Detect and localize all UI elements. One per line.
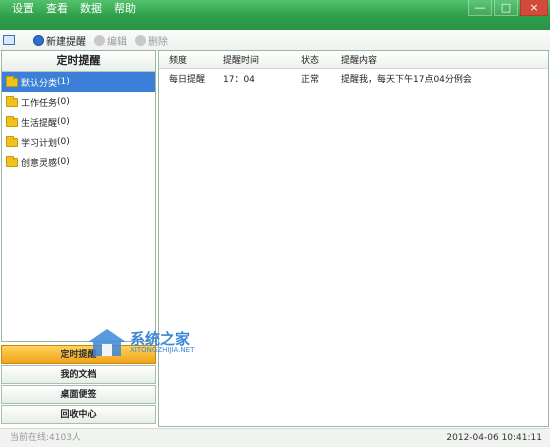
column-frequency[interactable]: 频度 <box>159 53 223 66</box>
category-label: 工作任务 <box>21 98 58 109</box>
edit-button[interactable]: 编辑 <box>94 33 127 48</box>
category-label: 生活提醒 <box>21 118 58 129</box>
folder-icon <box>6 115 18 127</box>
folder-icon <box>6 135 18 147</box>
cell-content: 提醒我，每天下午17点04分例会 <box>341 75 472 85</box>
column-content[interactable]: 提醒内容 <box>341 53 548 66</box>
status-bar: 当前在线:4103人 2012-04-06 10:41:11 <box>0 428 550 447</box>
cell-frequency: 每日提醒 <box>169 75 206 85</box>
nav-recycle-button[interactable]: 回收中心 <box>1 405 156 424</box>
column-status[interactable]: 状态 <box>301 53 341 66</box>
edit-icon <box>94 34 105 46</box>
category-panel: 定时提醒 默认分类 (1) 工作任务 (0) 生活提醒 (0) 学习计划 (0)… <box>1 50 156 342</box>
folder-icon <box>6 155 18 167</box>
new-reminder-label: 新建提醒 <box>46 36 86 48</box>
menu-settings[interactable]: 设置 <box>6 2 40 16</box>
category-label: 默认分类 <box>21 78 58 89</box>
nav-panel: 定时提醒 我的文档 桌面便签 回收中心 <box>1 345 156 425</box>
table-header: 频度 提醒时间 状态 提醒内容 <box>159 51 548 69</box>
category-item-life[interactable]: 生活提醒 (0) <box>2 112 155 132</box>
delete-icon <box>135 34 146 46</box>
category-panel-title: 定时提醒 <box>2 51 155 72</box>
menu-data[interactable]: 数据 <box>74 2 108 16</box>
column-time[interactable]: 提醒时间 <box>223 53 301 66</box>
category-count: (0) <box>57 97 70 107</box>
category-count: (1) <box>57 77 70 87</box>
cell-time: 17：04 <box>223 75 255 85</box>
menu-help[interactable]: 帮助 <box>108 2 142 16</box>
delete-label: 删除 <box>148 36 168 48</box>
category-item-work[interactable]: 工作任务 (0) <box>2 92 155 112</box>
category-item-ideas[interactable]: 创意灵感 (0) <box>2 152 155 172</box>
add-icon <box>33 34 44 46</box>
reminder-list-panel: 频度 提醒时间 状态 提醒内容 每日提醒 17：04 正常 提醒我，每天下午17… <box>158 50 549 427</box>
toolbar: 新建提醒 编辑 删除 <box>0 30 550 51</box>
category-item-default[interactable]: 默认分类 (1) <box>2 72 155 92</box>
menu-view[interactable]: 查看 <box>40 2 74 16</box>
nav-reminders-button[interactable]: 定时提醒 <box>1 345 156 364</box>
category-count: (0) <box>57 137 70 147</box>
edit-label: 编辑 <box>107 36 127 48</box>
sidebar-toggle-icon <box>3 35 15 45</box>
maximize-button[interactable]: □ <box>494 0 518 16</box>
category-label: 学习计划 <box>21 138 58 149</box>
category-count: (0) <box>57 157 70 167</box>
cell-status: 正常 <box>301 75 320 85</box>
status-datetime: 2012-04-06 10:41:11 <box>446 433 542 443</box>
category-label: 创意灵感 <box>21 158 58 169</box>
minimize-button[interactable]: — <box>468 0 492 16</box>
delete-button[interactable]: 删除 <box>135 33 168 48</box>
sidebar-toggle-button[interactable] <box>3 35 15 45</box>
menu-bar: 设置 查看 数据 帮助 <box>6 2 142 16</box>
nav-documents-button[interactable]: 我的文档 <box>1 365 156 384</box>
close-button[interactable]: × <box>520 0 548 16</box>
folder-icon <box>6 95 18 107</box>
nav-sticky-notes-button[interactable]: 桌面便签 <box>1 385 156 404</box>
title-bar: 设置 查看 数据 帮助 — □ × <box>0 0 550 30</box>
new-reminder-button[interactable]: 新建提醒 <box>33 33 86 48</box>
folder-icon <box>6 75 18 87</box>
window-controls: — □ × <box>468 0 548 16</box>
category-count: (0) <box>57 117 70 127</box>
online-count: 当前在线:4103人 <box>10 433 81 443</box>
table-row[interactable]: 每日提醒 17：04 正常 提醒我，每天下午17点04分例会 <box>159 69 548 88</box>
category-item-study[interactable]: 学习计划 (0) <box>2 132 155 152</box>
